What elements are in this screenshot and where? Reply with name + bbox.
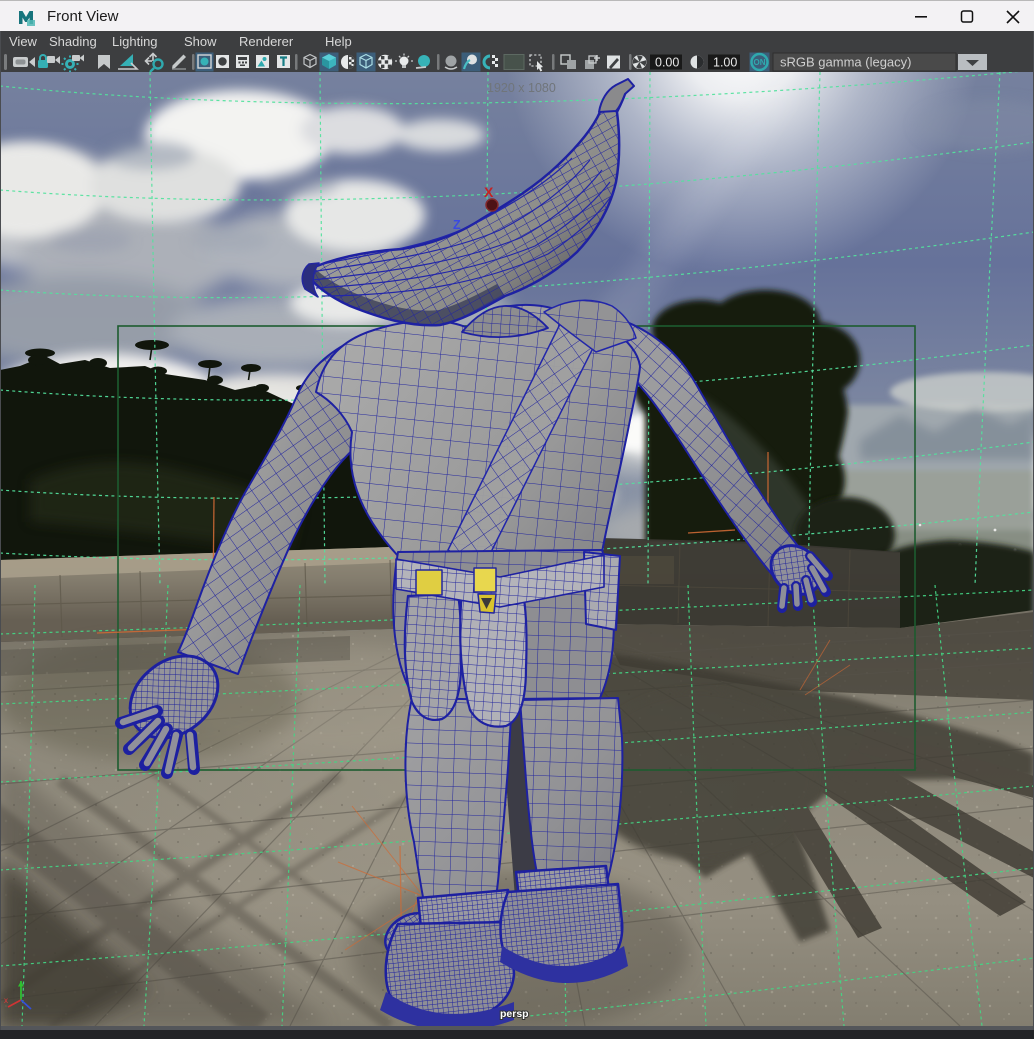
svg-text:Z: Z bbox=[453, 218, 461, 232]
svg-text:1920 x 1080: 1920 x 1080 bbox=[487, 81, 556, 95]
svg-text:persp: persp bbox=[500, 1008, 529, 1020]
svg-text:ON: ON bbox=[754, 58, 766, 67]
svg-text:sRGB gamma (legacy): sRGB gamma (legacy) bbox=[780, 55, 911, 70]
svg-text:1.00: 1.00 bbox=[713, 56, 737, 70]
svg-text:0.00: 0.00 bbox=[655, 56, 679, 70]
svg-text:x: x bbox=[4, 996, 8, 1005]
svg-text:X: X bbox=[484, 184, 494, 200]
